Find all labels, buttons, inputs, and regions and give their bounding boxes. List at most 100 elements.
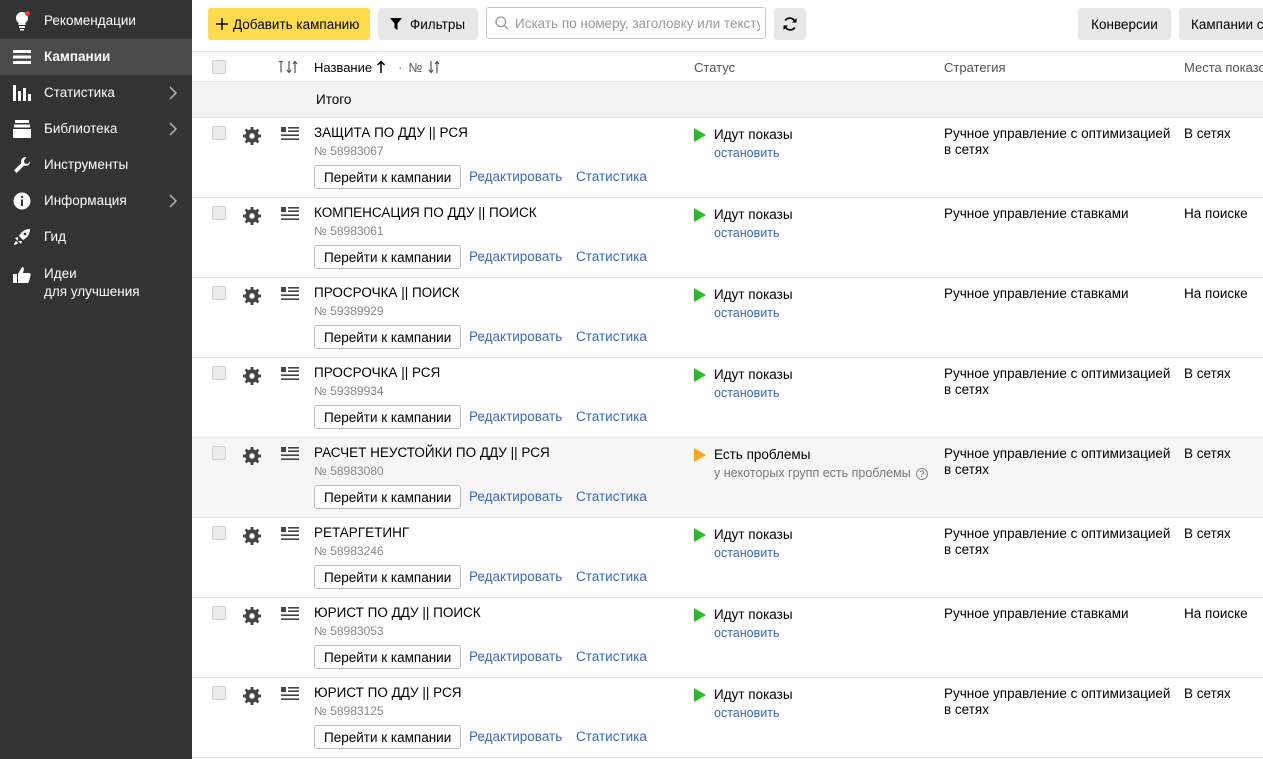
header-number[interactable]: № [408,60,422,75]
info-icon [12,191,32,211]
campaigns-filter-button[interactable]: Кампании с [1179,8,1263,40]
settings-gear-icon[interactable] [242,526,262,546]
row-checkbox[interactable] [212,606,226,620]
campaign-name[interactable]: РЕТАРГЕТИНГ [314,525,409,540]
goto-campaign-button[interactable]: Перейти к кампании [314,565,462,589]
thumbs-up-icon [12,265,32,285]
header-name[interactable]: Название · № [314,52,441,82]
row-checkbox[interactable] [212,126,226,140]
row-checkbox[interactable] [212,446,226,460]
sidebar-item-recommendations[interactable]: Рекомендации [0,3,192,39]
row-checkbox[interactable] [212,366,226,380]
statistics-link[interactable]: Статистика [576,649,647,664]
campaign-details-icon[interactable] [281,366,299,382]
status-text: Есть проблемы [714,447,811,462]
campaign-name[interactable]: ЮРИСТ ПО ДДУ || РСЯ [314,685,461,700]
edit-link[interactable]: Редактировать [469,249,562,264]
search-input[interactable] [515,15,760,31]
statistics-link[interactable]: Статистика [576,729,647,744]
stop-link[interactable]: остановить [714,226,779,240]
statistics-link[interactable]: Статистика [576,329,647,344]
conversions-button[interactable]: Конверсии [1078,8,1171,40]
select-all-checkbox[interactable] [212,60,226,74]
campaign-name[interactable]: КОМПЕНСАЦИЯ ПО ДДУ || ПОИСК [314,205,537,220]
search-box[interactable] [486,7,766,39]
settings-gear-icon[interactable] [242,366,262,386]
stop-link[interactable]: остановить [714,626,779,640]
settings-gear-icon[interactable] [242,206,262,226]
settings-gear-icon[interactable] [242,686,262,706]
statistics-link[interactable]: Статистика [576,489,647,504]
goto-campaign-button[interactable]: Перейти к кампании [314,325,462,349]
edit-link[interactable]: Редактировать [469,169,562,184]
campaign-name[interactable]: ПРОСРОЧКА || ПОИСК [314,285,459,300]
edit-link[interactable]: Редактировать [469,569,562,584]
settings-gear-icon[interactable] [242,126,262,146]
settings-gear-icon[interactable] [242,446,262,466]
campaign-details-icon[interactable] [281,286,299,302]
library-icon [12,119,32,139]
strategy-text: Ручное управление ставками [944,206,1129,221]
stop-link[interactable]: остановить [714,146,779,160]
edit-link[interactable]: Редактировать [469,329,562,344]
row-checkbox[interactable] [212,686,226,700]
help-icon[interactable]: ? [915,467,928,480]
goto-campaign-button[interactable]: Перейти к кампании [314,405,462,429]
sidebar-item-ideas[interactable]: Идеи для улучшения [0,255,192,307]
refresh-button[interactable] [774,8,806,40]
settings-gear-icon[interactable] [242,286,262,306]
search-icon [495,16,509,30]
row-checkbox[interactable] [212,286,226,300]
strategy-text: Ручное управление с оптимизацией в сетях [944,686,1171,717]
sidebar-item-label: Гид [44,229,66,244]
sidebar-item-label: Библиотека [44,121,118,136]
goto-campaign-button[interactable]: Перейти к кампании [314,645,462,669]
sidebar-item-statistics[interactable]: Статистика [0,75,192,111]
campaign-details-icon[interactable] [281,526,299,542]
campaign-details-icon[interactable] [281,126,299,142]
sidebar-item-guide[interactable]: Гид [0,219,192,255]
edit-link[interactable]: Редактировать [469,489,562,504]
goto-campaign-button[interactable]: Перейти к кампании [314,245,462,269]
campaign-name[interactable]: ПРОСРОЧКА || РСЯ [314,365,440,380]
campaign-details-icon[interactable] [281,206,299,222]
campaign-name[interactable]: РАСЧЕТ НЕУСТОЙКИ ПО ДДУ || РСЯ [314,445,550,460]
stop-link[interactable]: остановить [714,386,779,400]
table-header: Название · № Статус Стратегия Места пока… [192,52,1263,82]
sidebar-item-library[interactable]: Библиотека [0,111,192,147]
table-body: ЗАЩИТА ПО ДДУ || РСЯ № 58983067 Перейти к … [192,118,1263,758]
sidebar-item-info[interactable]: Информация [0,183,192,219]
header-strategy[interactable]: Стратегия [944,52,1006,82]
add-campaign-button[interactable]: Добавить кампанию [208,8,370,40]
campaign-name[interactable]: ЗАЩИТА ПО ДДУ || РСЯ [314,125,468,140]
campaign-details-icon[interactable] [281,446,299,462]
strategy-text: Ручное управление с оптимизацией в сетях [944,526,1171,557]
stop-link[interactable]: остановить [714,306,779,320]
row-checkbox[interactable] [212,526,226,540]
sidebar-item-campaigns[interactable]: Кампании [0,39,192,75]
row-checkbox[interactable] [212,206,226,220]
edit-link[interactable]: Редактировать [469,649,562,664]
statistics-link[interactable]: Статистика [576,409,647,424]
stop-link[interactable]: остановить [714,546,779,560]
sidebar-item-tools[interactable]: Инструменты [0,147,192,183]
campaign-details-icon[interactable] [281,686,299,702]
statistics-link[interactable]: Статистика [576,569,647,584]
goto-campaign-button[interactable]: Перейти к кампании [314,165,462,189]
statistics-link[interactable]: Статистика [576,249,647,264]
sidebar-item-label: Инструменты [44,157,129,172]
sort-type-button[interactable] [278,52,300,82]
campaign-details-icon[interactable] [281,606,299,622]
header-status[interactable]: Статус [694,52,735,82]
total-row: Итого [192,82,1263,118]
goto-campaign-button[interactable]: Перейти к кампании [314,485,462,509]
campaign-name[interactable]: ЮРИСТ ПО ДДУ || ПОИСК [314,605,481,620]
filters-button[interactable]: Фильтры [378,8,478,40]
settings-gear-icon[interactable] [242,606,262,626]
stop-link[interactable]: остановить [714,706,779,720]
goto-campaign-button[interactable]: Перейти к кампании [314,725,462,749]
edit-link[interactable]: Редактировать [469,729,562,744]
edit-link[interactable]: Редактировать [469,409,562,424]
header-places[interactable]: Места показо [1184,52,1263,82]
statistics-link[interactable]: Статистика [576,169,647,184]
